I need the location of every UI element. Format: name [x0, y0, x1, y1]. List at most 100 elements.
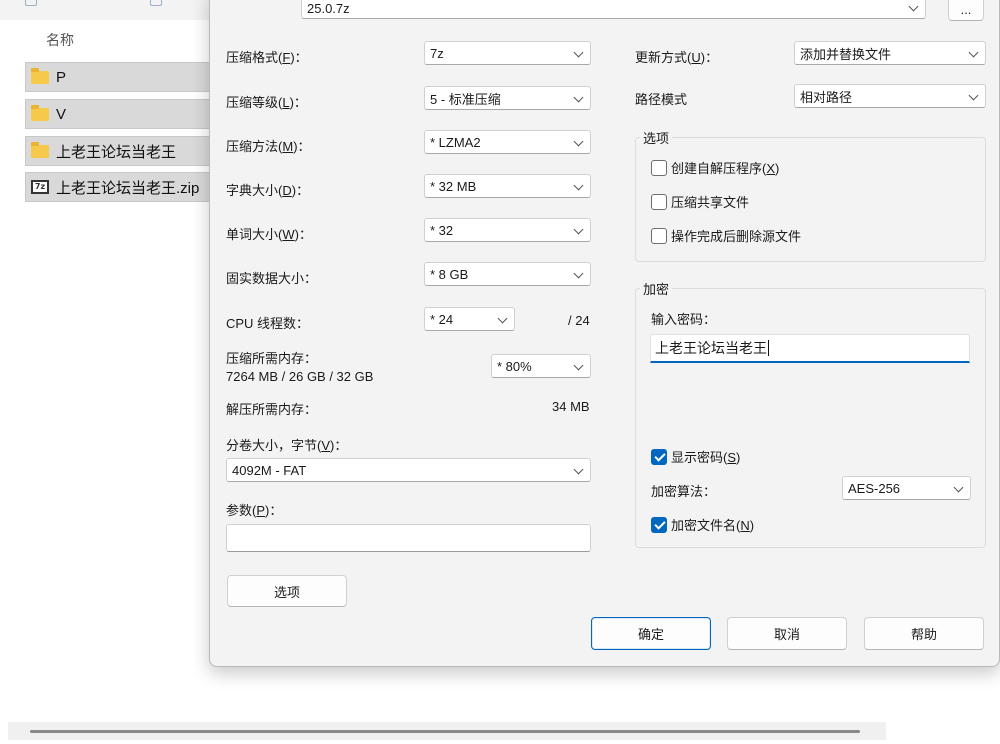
- cancel-button[interactable]: 取消: [727, 617, 847, 650]
- threads-select[interactable]: * 24: [424, 307, 515, 331]
- file-row[interactable]: P: [25, 62, 215, 92]
- checkbox-box[interactable]: [651, 227, 667, 244]
- word-size-select[interactable]: * 32: [424, 218, 591, 242]
- help-button[interactable]: 帮助: [864, 617, 984, 650]
- show-password-label: 显示密码(S): [671, 450, 741, 465]
- threads-label: CPU 线程数：: [226, 316, 310, 331]
- solid-size-label: 固实数据大小：: [226, 271, 318, 286]
- browse-button[interactable]: ...: [948, 0, 984, 21]
- path-mode-value: 相对路径: [800, 89, 853, 105]
- chevron-down-icon: [968, 47, 979, 58]
- ok-button[interactable]: 确定: [591, 617, 711, 650]
- level-value: 5 - 标准压缩: [430, 91, 501, 107]
- chevron-down-icon: [968, 90, 979, 101]
- archive-name-value: 25.0.7z: [307, 0, 350, 16]
- show-password-checkbox[interactable]: 显示密码(S): [651, 447, 740, 466]
- cancel-label: 取消: [773, 627, 800, 642]
- checkbox-box[interactable]: [651, 159, 667, 176]
- method-label: 压缩方法(M)：: [226, 139, 311, 154]
- explorer-toolbar: [0, 0, 210, 20]
- folder-icon: [31, 104, 49, 121]
- chevron-down-icon: [573, 136, 584, 147]
- options-button[interactable]: 选项: [227, 575, 347, 607]
- threads-value: * 24: [430, 311, 454, 327]
- options-group-title: 选项: [640, 128, 673, 147]
- delete-after-label: 操作完成后删除源文件: [671, 229, 802, 244]
- horizontal-scrollbar[interactable]: [8, 722, 886, 740]
- memory-usage-select[interactable]: * 80%: [491, 354, 591, 378]
- update-mode-label: 更新方式(U)：: [635, 50, 719, 65]
- toolbar-icon[interactable]: [150, 0, 162, 6]
- threads-max: / 24: [568, 313, 590, 328]
- help-label: 帮助: [910, 627, 937, 642]
- ok-label: 确定: [637, 627, 664, 642]
- file-name: V: [56, 105, 67, 123]
- file-name: P: [56, 68, 67, 86]
- chevron-down-icon: [908, 1, 919, 12]
- file-name: 上老王论坛当老王: [56, 143, 177, 161]
- chevron-down-icon: [953, 482, 964, 493]
- password-input[interactable]: 上老王论坛当老王: [650, 334, 970, 363]
- word-size-value: * 32: [430, 222, 454, 238]
- compress-memory-label: 压缩所需内存：: [226, 351, 318, 366]
- chevron-down-icon: [573, 268, 584, 279]
- chevron-down-icon: [497, 313, 508, 324]
- browse-label: ...: [960, 1, 972, 17]
- file-name: 上老王论坛当老王.zip: [56, 179, 200, 197]
- parameters-input[interactable]: [226, 524, 591, 552]
- encryption-group-title: 加密: [640, 279, 673, 298]
- format-select[interactable]: 7z: [424, 41, 591, 65]
- password-label: 输入密码：: [651, 312, 717, 327]
- word-size-label: 单词大小(W)：: [226, 227, 312, 242]
- chevron-down-icon: [573, 360, 584, 371]
- volume-size-combo[interactable]: 4092M - FAT: [226, 458, 591, 482]
- update-mode-value: 添加并替换文件: [800, 46, 892, 62]
- chevron-down-icon: [573, 224, 584, 235]
- checkbox-box[interactable]: [651, 448, 667, 465]
- format-label: 压缩格式(F)：: [226, 50, 308, 65]
- method-value: * LZMA2: [430, 134, 481, 150]
- sfx-checkbox[interactable]: 创建自解压程序(X): [651, 158, 779, 177]
- compress-memory-detail: 7264 MB / 26 GB / 32 GB: [226, 369, 374, 384]
- level-select[interactable]: 5 - 标准压缩: [424, 86, 591, 110]
- method-select[interactable]: * LZMA2: [424, 130, 591, 154]
- shared-files-checkbox[interactable]: 压缩共享文件: [651, 192, 749, 211]
- delete-after-checkbox[interactable]: 操作完成后删除源文件: [651, 226, 801, 245]
- path-mode-select[interactable]: 相对路径: [794, 84, 986, 108]
- scrollbar-thumb[interactable]: [30, 730, 860, 733]
- file-row[interactable]: 上老王论坛当老王: [25, 136, 215, 166]
- update-mode-select[interactable]: 添加并替换文件: [794, 41, 986, 65]
- dict-size-value: * 32 MB: [430, 178, 477, 194]
- solid-size-select[interactable]: * 8 GB: [424, 262, 591, 286]
- password-value: 上老王论坛当老王: [655, 340, 767, 356]
- path-mode-label: 路径模式: [635, 92, 688, 107]
- chevron-down-icon: [573, 92, 584, 103]
- dict-size-select[interactable]: * 32 MB: [424, 174, 591, 198]
- chevron-down-icon: [573, 464, 584, 475]
- checkbox-box[interactable]: [651, 516, 667, 533]
- archive-name-combo[interactable]: 25.0.7z: [301, 0, 926, 19]
- shared-files-label: 压缩共享文件: [671, 195, 750, 210]
- column-header-name[interactable]: 名称: [46, 30, 74, 50]
- sfx-label: 创建自解压程序(X): [671, 161, 780, 176]
- toolbar-icon[interactable]: [25, 0, 37, 6]
- checkbox-box[interactable]: [651, 193, 667, 210]
- file-row[interactable]: V: [25, 99, 215, 129]
- encrypt-filenames-checkbox[interactable]: 加密文件名(N): [651, 515, 754, 534]
- decompress-memory-value: 34 MB: [552, 399, 590, 414]
- solid-size-value: * 8 GB: [430, 266, 469, 282]
- file-row[interactable]: 7z 上老王论坛当老王.zip: [25, 172, 215, 202]
- encrypt-filenames-label: 加密文件名(N): [671, 518, 755, 533]
- archive-icon: 7z: [31, 180, 49, 194]
- options-button-label: 选项: [273, 584, 300, 600]
- encryption-method-value: AES-256: [848, 480, 901, 496]
- add-to-archive-dialog: 25.0.7z ... 压缩格式(F)： 7z 压缩等级(L)： 5 - 标准压…: [209, 0, 1000, 667]
- text-caret: [768, 340, 769, 356]
- chevron-down-icon: [573, 47, 584, 58]
- encryption-method-select[interactable]: AES-256: [842, 476, 971, 500]
- explorer-background: [886, 666, 1000, 744]
- volume-size-label: 分卷大小，字节(V)：: [226, 438, 348, 453]
- memory-usage-value: * 80%: [497, 358, 532, 374]
- parameters-label: 参数(P)：: [226, 503, 283, 518]
- decompress-memory-label: 解压所需内存：: [226, 402, 318, 417]
